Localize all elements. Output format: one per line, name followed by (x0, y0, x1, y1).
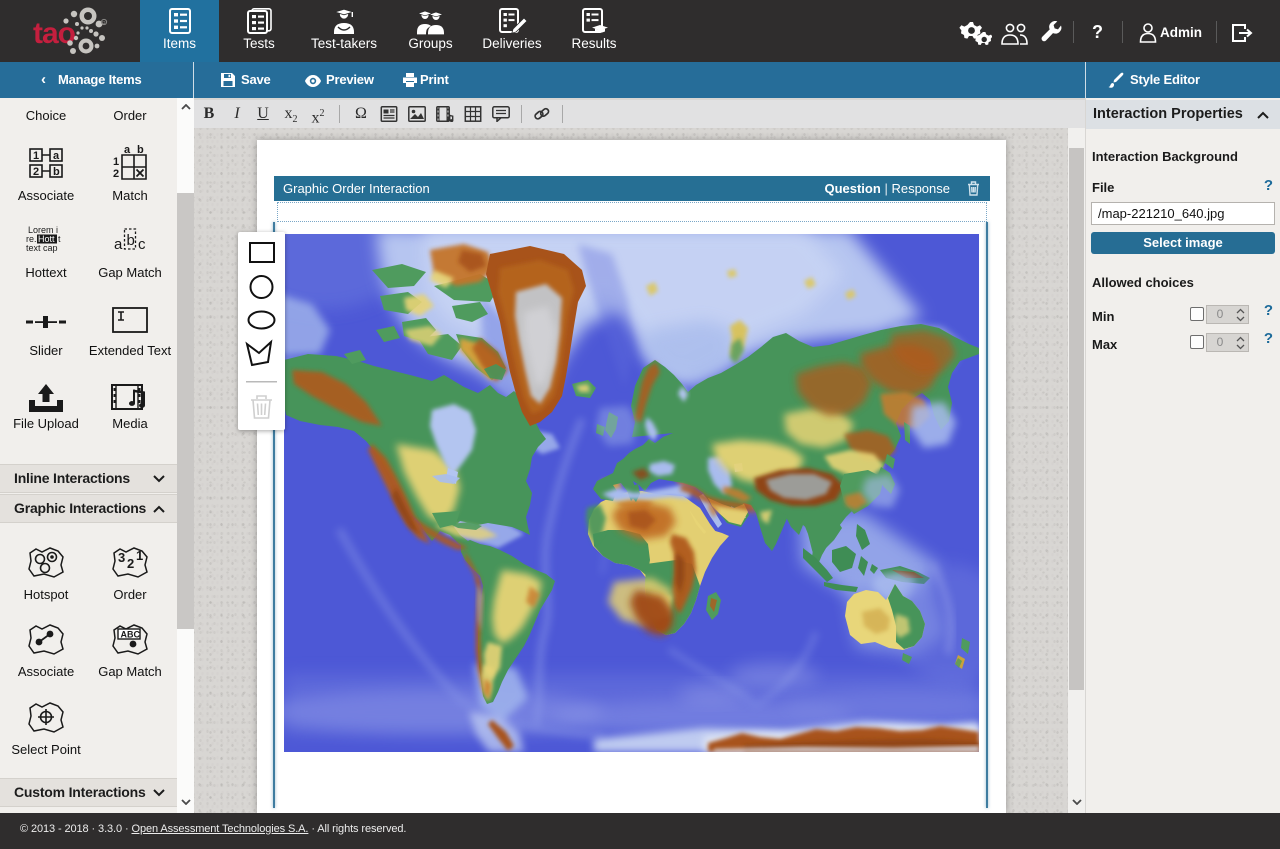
svg-text:a: a (114, 236, 123, 253)
svg-text:Hott: Hott (38, 234, 55, 244)
svg-text:b: b (127, 232, 135, 249)
svg-text:2: 2 (127, 556, 134, 571)
svg-text:R: R (102, 21, 106, 27)
svg-text:1: 1 (136, 548, 143, 563)
svg-text:2: 2 (33, 166, 39, 178)
svg-text:b: b (53, 166, 60, 178)
svg-text:a: a (124, 145, 131, 156)
svg-text:a: a (53, 150, 60, 162)
svg-text:b: b (137, 145, 144, 156)
svg-text:2: 2 (113, 168, 119, 180)
svg-text:text cap: text cap (26, 243, 58, 253)
svg-text:1: 1 (33, 150, 39, 162)
svg-text:ABC: ABC (121, 630, 141, 640)
svg-text:3: 3 (118, 550, 125, 565)
svg-text:1: 1 (113, 156, 119, 168)
svg-text:t: t (58, 234, 61, 244)
svg-text:c: c (138, 236, 146, 253)
